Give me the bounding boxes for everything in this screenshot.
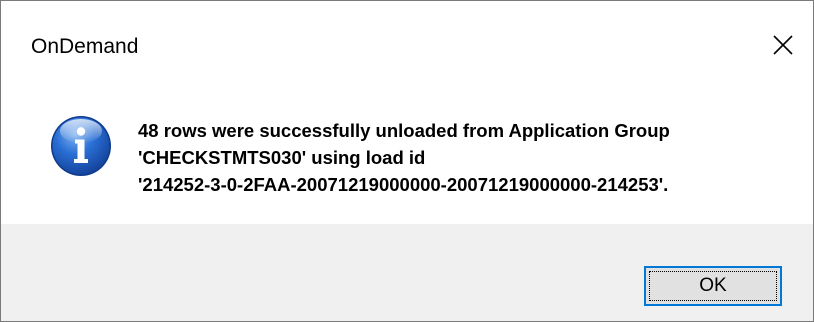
button-bar: OK (1, 224, 813, 321)
window-title: OnDemand (31, 35, 139, 58)
ok-button-label: OK (699, 275, 727, 296)
info-icon (51, 116, 111, 176)
ok-button[interactable]: OK (644, 266, 782, 306)
close-icon (773, 35, 793, 55)
dialog-content: 48 rows were successfully unloaded from … (1, 89, 813, 224)
title-bar: OnDemand (1, 1, 813, 89)
close-button[interactable] (753, 19, 813, 71)
message-text: 48 rows were successfully unloaded from … (138, 120, 670, 195)
message-dialog: OnDemand 48 rows were successfully unloa… (0, 0, 814, 322)
